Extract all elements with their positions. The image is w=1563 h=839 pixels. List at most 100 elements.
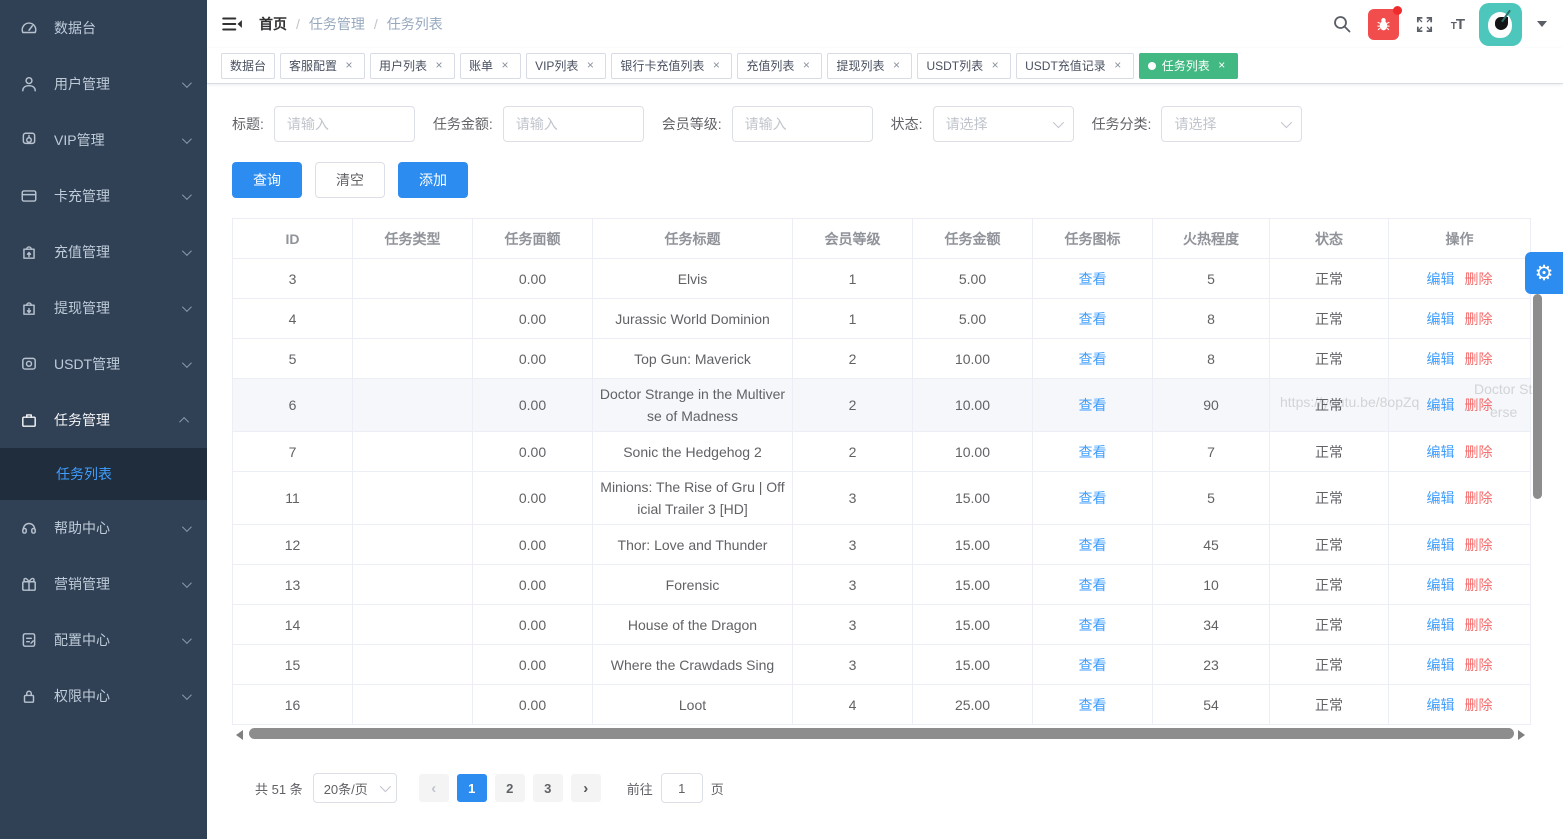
view-icon-link[interactable]: 查看: [1079, 537, 1107, 553]
scroll-right-arrow-icon[interactable]: [1518, 730, 1525, 740]
next-page-button[interactable]: ›: [571, 774, 601, 802]
edit-link[interactable]: 编辑: [1427, 444, 1455, 460]
vertical-scrollbar-thumb[interactable]: [1533, 294, 1542, 499]
cell-title: Loot: [593, 685, 793, 725]
sidebar-item-marketing[interactable]: 营销管理: [0, 556, 207, 612]
close-icon[interactable]: ×: [1111, 59, 1125, 73]
font-size-icon[interactable]: TT: [1451, 16, 1464, 33]
title-filter-input[interactable]: [274, 106, 415, 142]
tab-usdt-list[interactable]: USDT列表×: [917, 53, 1011, 79]
scroll-left-arrow-icon[interactable]: [236, 730, 243, 740]
tab-usdt-recharge-records[interactable]: USDT充值记录×: [1016, 53, 1134, 79]
view-icon-link[interactable]: 查看: [1079, 490, 1107, 506]
delete-link[interactable]: 删除: [1465, 657, 1493, 673]
edit-link[interactable]: 编辑: [1427, 351, 1455, 367]
view-icon-link[interactable]: 查看: [1079, 657, 1107, 673]
tab-dashboard[interactable]: 数据台: [221, 53, 275, 79]
sidebar-item-recharge[interactable]: 充值管理: [0, 224, 207, 280]
query-button[interactable]: 查询: [232, 162, 302, 198]
prev-page-button[interactable]: ‹: [419, 774, 449, 802]
level-filter-input[interactable]: [732, 106, 873, 142]
category-filter-select[interactable]: 请选择: [1161, 106, 1302, 142]
cell-amount: 15.00: [913, 645, 1033, 685]
sidebar-item-card-recharge[interactable]: 卡充管理: [0, 168, 207, 224]
close-icon[interactable]: ×: [709, 59, 723, 73]
search-icon[interactable]: [1331, 13, 1353, 35]
settings-gear-button[interactable]: ⚙: [1525, 252, 1563, 294]
edit-link[interactable]: 编辑: [1427, 657, 1455, 673]
close-icon[interactable]: ×: [432, 59, 446, 73]
view-icon-link[interactable]: 查看: [1079, 311, 1107, 327]
tab-bank-card-recharge-list[interactable]: 银行卡充值列表×: [611, 53, 732, 79]
page-button-1[interactable]: 1: [457, 774, 487, 802]
close-icon[interactable]: ×: [1215, 59, 1229, 73]
horizontal-scrollbar[interactable]: [232, 727, 1543, 743]
delete-link[interactable]: 删除: [1465, 537, 1493, 553]
avatar-dropdown-caret-icon[interactable]: [1537, 21, 1547, 27]
close-icon[interactable]: ×: [583, 59, 597, 73]
delete-link[interactable]: 删除: [1465, 351, 1493, 367]
sidebar-item-withdraw[interactable]: 提现管理: [0, 280, 207, 336]
avatar[interactable]: [1479, 3, 1522, 46]
goto-page-input[interactable]: [661, 773, 703, 803]
sidebar-item-help[interactable]: 帮助中心: [0, 500, 207, 556]
delete-link[interactable]: 删除: [1465, 697, 1493, 713]
sidebar-item-tasks[interactable]: 任务管理: [0, 392, 207, 448]
view-icon-link[interactable]: 查看: [1079, 351, 1107, 367]
tab-recharge-list[interactable]: 充值列表×: [737, 53, 822, 79]
view-icon-link[interactable]: 查看: [1079, 397, 1107, 413]
close-icon[interactable]: ×: [498, 59, 512, 73]
close-icon[interactable]: ×: [799, 59, 813, 73]
view-icon-link[interactable]: 查看: [1079, 577, 1107, 593]
edit-link[interactable]: 编辑: [1427, 697, 1455, 713]
hamburger-icon[interactable]: [221, 13, 243, 35]
close-icon[interactable]: ×: [342, 59, 356, 73]
close-icon[interactable]: ×: [988, 59, 1002, 73]
close-icon[interactable]: ×: [889, 59, 903, 73]
view-icon-link[interactable]: 查看: [1079, 697, 1107, 713]
delete-link[interactable]: 删除: [1465, 617, 1493, 633]
view-icon-link[interactable]: 查看: [1079, 617, 1107, 633]
edit-link[interactable]: 编辑: [1427, 311, 1455, 327]
delete-link[interactable]: 删除: [1465, 271, 1493, 287]
add-button[interactable]: 添加: [398, 162, 468, 198]
breadcrumb-home[interactable]: 首页: [259, 14, 287, 34]
sidebar-item-permissions[interactable]: 权限中心: [0, 668, 207, 724]
tab-user-list[interactable]: 用户列表×: [370, 53, 455, 79]
edit-link[interactable]: 编辑: [1427, 271, 1455, 287]
bug-report-button[interactable]: [1368, 9, 1399, 40]
cell-face-value: 0.00: [473, 472, 593, 525]
status-filter-select[interactable]: 请选择: [933, 106, 1074, 142]
sidebar-item-dashboard[interactable]: 数据台: [0, 0, 207, 56]
sidebar-item-usdt[interactable]: USDT管理: [0, 336, 207, 392]
tab-withdraw-list[interactable]: 提现列表×: [827, 53, 912, 79]
edit-link[interactable]: 编辑: [1427, 397, 1455, 413]
sidebar-item-users[interactable]: 用户管理: [0, 56, 207, 112]
page-button-3[interactable]: 3: [533, 774, 563, 802]
delete-link[interactable]: 删除: [1465, 444, 1493, 460]
page-button-2[interactable]: 2: [495, 774, 525, 802]
page-size-select[interactable]: 20条/页: [313, 773, 397, 803]
edit-link[interactable]: 编辑: [1427, 490, 1455, 506]
vertical-scrollbar[interactable]: [1532, 262, 1543, 839]
delete-link[interactable]: 删除: [1465, 577, 1493, 593]
view-icon-link[interactable]: 查看: [1079, 271, 1107, 287]
edit-link[interactable]: 编辑: [1427, 577, 1455, 593]
sidebar-item-vip[interactable]: VIP管理: [0, 112, 207, 168]
edit-link[interactable]: 编辑: [1427, 617, 1455, 633]
fullscreen-icon[interactable]: [1414, 13, 1436, 35]
delete-link[interactable]: 删除: [1465, 311, 1493, 327]
horizontal-scrollbar-thumb[interactable]: [249, 728, 1514, 739]
tab-customer-service[interactable]: 客服配置×: [280, 53, 365, 79]
tab-bills[interactable]: 账单×: [460, 53, 521, 79]
sidebar-item-config[interactable]: 配置中心: [0, 612, 207, 668]
view-icon-link[interactable]: 查看: [1079, 444, 1107, 460]
delete-link[interactable]: 删除: [1465, 397, 1493, 413]
clear-button[interactable]: 清空: [315, 162, 385, 198]
tab-task-list-active[interactable]: 任务列表×: [1139, 53, 1238, 79]
delete-link[interactable]: 删除: [1465, 490, 1493, 506]
amount-filter-input[interactable]: [503, 106, 644, 142]
tab-vip-list[interactable]: VIP列表×: [526, 53, 606, 79]
sidebar-subitem-task-list[interactable]: 任务列表: [0, 448, 207, 500]
edit-link[interactable]: 编辑: [1427, 537, 1455, 553]
